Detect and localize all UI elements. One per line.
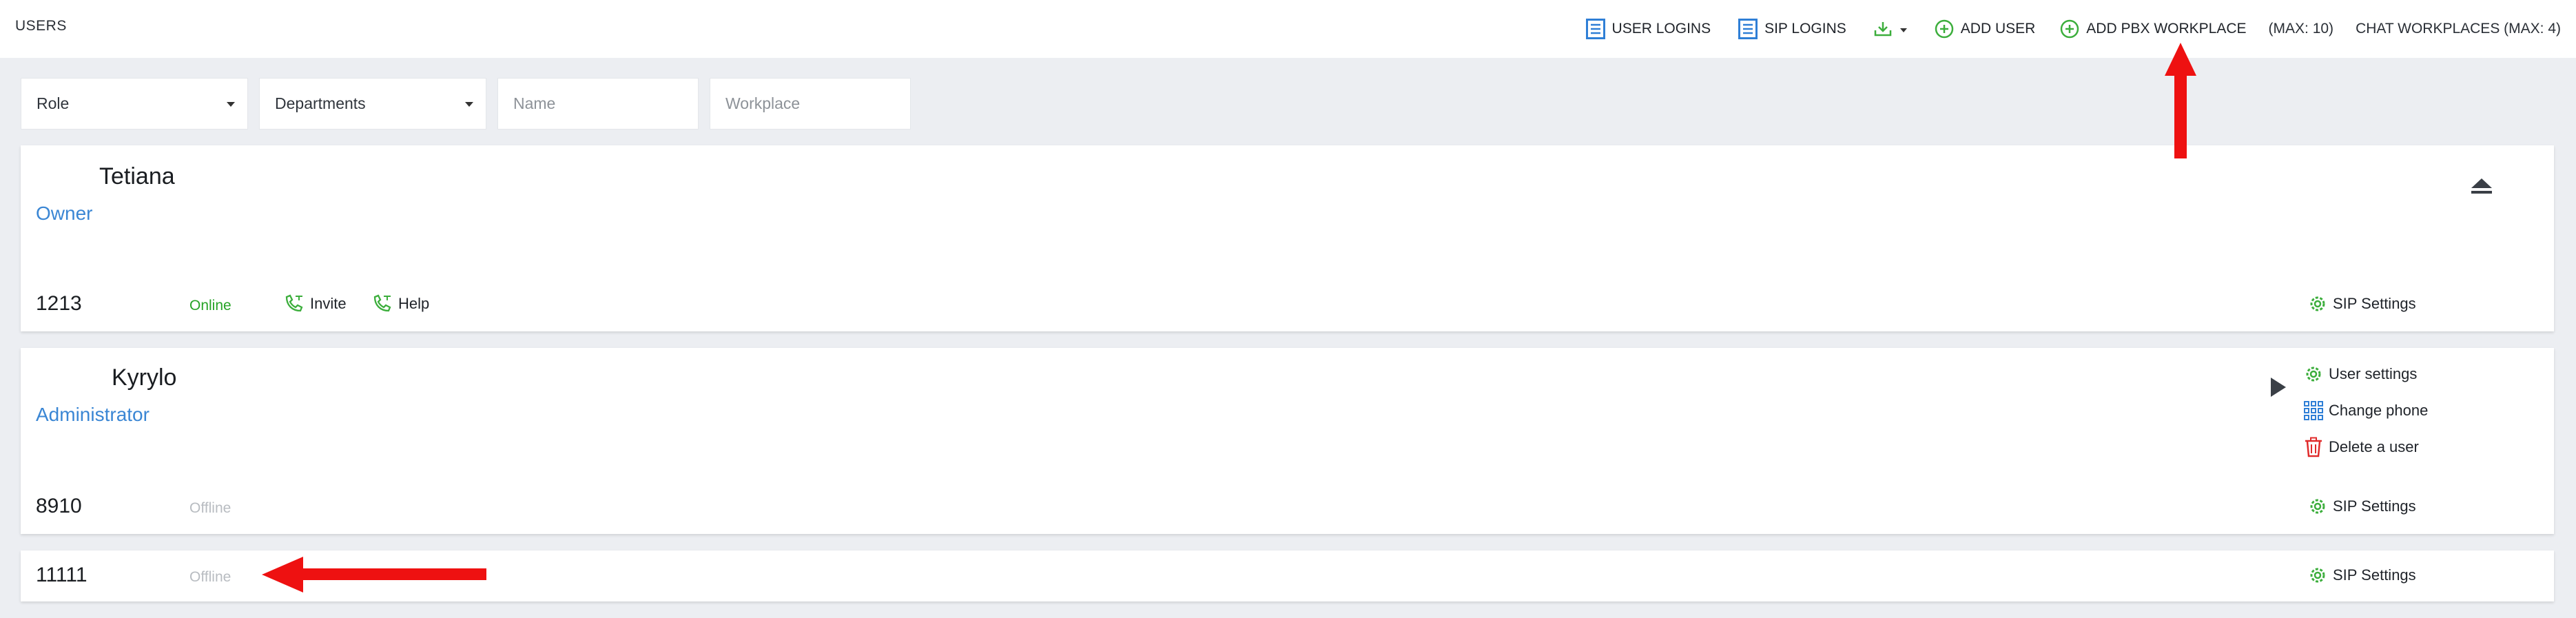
role-select-value: Role bbox=[37, 94, 70, 112]
user-settings-button[interactable]: User settings bbox=[2304, 364, 2417, 384]
name-input[interactable] bbox=[513, 94, 683, 113]
phone-icon bbox=[284, 294, 305, 313]
extension-number: 11111 bbox=[36, 564, 87, 586]
play-icon bbox=[2271, 378, 2286, 397]
change-phone-button[interactable]: Change phone bbox=[2304, 401, 2428, 420]
gear-icon bbox=[2304, 364, 2323, 384]
sip-logins-button[interactable]: SIP LOGINS bbox=[1738, 19, 1846, 39]
change-phone-label: Change phone bbox=[2329, 402, 2429, 419]
sip-settings-button[interactable]: SIP Settings bbox=[2308, 497, 2416, 516]
list-icon bbox=[1585, 19, 1605, 39]
phone-icon bbox=[372, 294, 393, 313]
sip-logins-label: SIP LOGINS bbox=[1764, 21, 1846, 37]
departments-select[interactable]: Departments bbox=[259, 78, 486, 130]
add-user-button[interactable]: ADD USER bbox=[1935, 19, 2036, 39]
keypad-icon bbox=[2304, 401, 2323, 420]
sip-settings-label: SIP Settings bbox=[2333, 497, 2416, 515]
chevron-down-icon bbox=[465, 102, 473, 107]
annotation-arrow-left bbox=[262, 557, 486, 593]
collapse-button[interactable] bbox=[2470, 177, 2493, 200]
user-name: Kyrylo bbox=[112, 364, 177, 391]
plus-circle-icon bbox=[2060, 19, 2079, 39]
user-logins-label: USER LOGINS bbox=[1611, 21, 1711, 37]
user-logins-button[interactable]: USER LOGINS bbox=[1585, 19, 1711, 39]
eject-icon bbox=[2471, 178, 2492, 194]
download-dropdown[interactable] bbox=[1874, 21, 1907, 37]
annotation-arrow-up bbox=[2165, 43, 2196, 158]
help-button[interactable]: Help bbox=[372, 294, 429, 313]
add-user-label: ADD USER bbox=[1960, 21, 2036, 37]
workplace-input[interactable] bbox=[725, 94, 895, 113]
sip-settings-label: SIP Settings bbox=[2333, 566, 2416, 584]
role-select[interactable]: Role bbox=[21, 78, 248, 130]
toolbar: USER LOGINS SIP LOGINS ADD USER ADD PBX … bbox=[1585, 12, 2561, 45]
sip-settings-button[interactable]: SIP Settings bbox=[2308, 294, 2416, 313]
status-badge: Online bbox=[189, 298, 231, 313]
user-name: Tetiana bbox=[99, 163, 175, 189]
page-title: USERS bbox=[15, 18, 67, 34]
extension-number: 8910 bbox=[36, 495, 82, 517]
chevron-down-icon bbox=[1899, 28, 1907, 32]
gear-icon bbox=[2308, 497, 2327, 516]
add-pbx-workplace-label: ADD PBX WORKPLACE bbox=[2086, 21, 2247, 37]
user-card: Tetiana Owner 1213 Online Invite Help SI… bbox=[21, 145, 2554, 331]
extension-number: 1213 bbox=[36, 292, 82, 315]
plus-circle-icon bbox=[1935, 19, 1954, 39]
chevron-down-icon bbox=[227, 102, 235, 107]
status-badge: Offline bbox=[189, 500, 231, 516]
invite-label: Invite bbox=[310, 295, 347, 312]
delete-user-label: Delete a user bbox=[2329, 438, 2419, 455]
user-role-link[interactable]: Administrator bbox=[36, 404, 150, 426]
status-badge: Offline bbox=[189, 569, 231, 585]
gear-icon bbox=[2308, 294, 2327, 313]
user-role-link[interactable]: Owner bbox=[36, 203, 92, 225]
user-settings-label: User settings bbox=[2329, 365, 2418, 382]
name-filter bbox=[497, 78, 699, 130]
chat-workplaces-count: CHAT WORKPLACES (MAX: 4) bbox=[2356, 21, 2561, 37]
pbx-max-count: (MAX: 10) bbox=[2268, 21, 2334, 37]
gear-icon bbox=[2308, 566, 2327, 585]
sip-settings-label: SIP Settings bbox=[2333, 295, 2416, 312]
invite-button[interactable]: Invite bbox=[284, 294, 347, 313]
departments-select-value: Departments bbox=[275, 94, 366, 112]
add-pbx-workplace-button[interactable]: ADD PBX WORKPLACE bbox=[2060, 19, 2247, 39]
sip-settings-button[interactable]: SIP Settings bbox=[2308, 566, 2416, 585]
expand-menu-button[interactable] bbox=[2269, 377, 2287, 401]
list-icon bbox=[1738, 19, 1758, 39]
user-card: Kyrylo Administrator User settings Chang… bbox=[21, 348, 2554, 534]
download-icon bbox=[1874, 21, 1892, 37]
filter-bar: Role Departments bbox=[21, 78, 922, 130]
help-label: Help bbox=[398, 295, 430, 312]
trash-icon bbox=[2304, 437, 2323, 457]
workplace-filter bbox=[710, 78, 911, 130]
delete-user-button[interactable]: Delete a user bbox=[2304, 437, 2419, 457]
